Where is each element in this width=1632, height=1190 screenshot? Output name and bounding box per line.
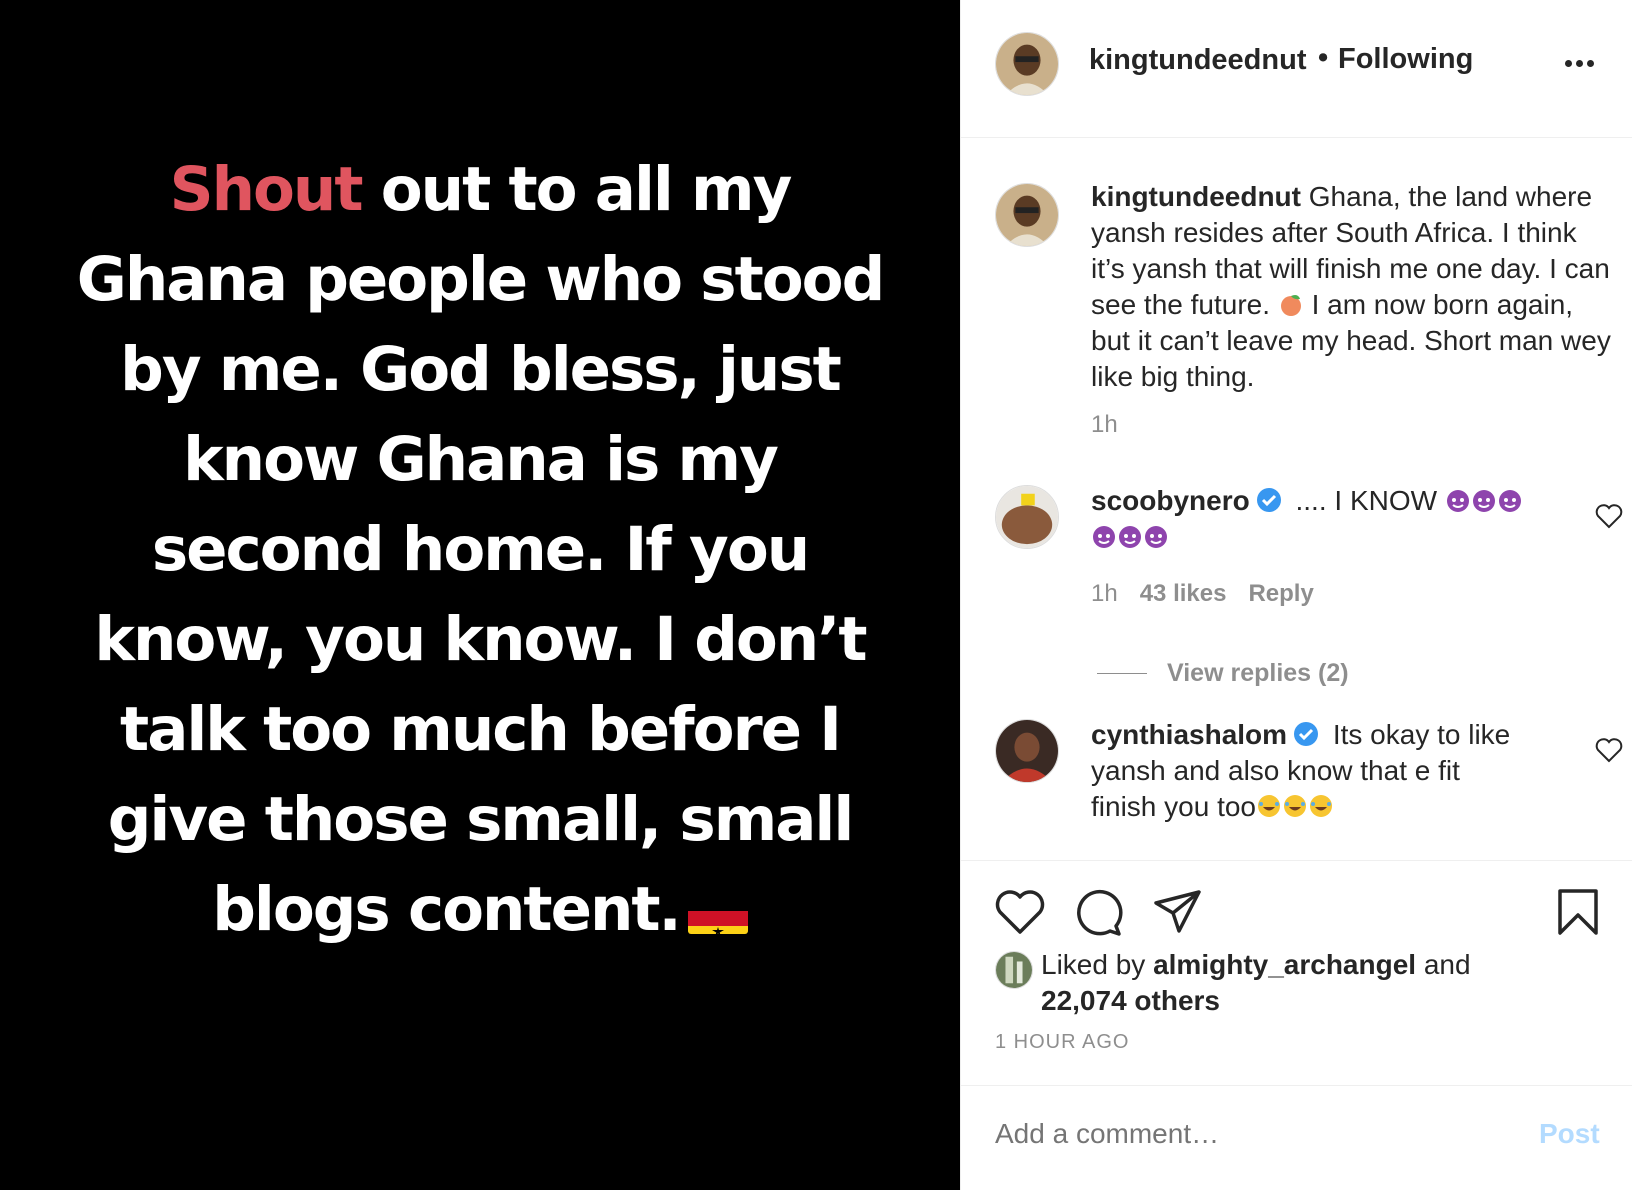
- comment-text: scoobynero .... I KNOW: [1091, 483, 1531, 555]
- likes-count[interactable]: 22,074 others: [1041, 985, 1220, 1016]
- comment-meta: 1h 43 likes Reply: [1091, 580, 1314, 608]
- view-replies-button[interactable]: View replies (2): [1167, 659, 1349, 688]
- liked-by-middle: and: [1416, 949, 1471, 980]
- ghana-flag-icon: [687, 890, 748, 934]
- post-header: kingtundeednut • Following: [961, 0, 1632, 138]
- caption-time: 1h: [1091, 411, 1118, 438]
- peach-emoji-icon: [1278, 290, 1304, 316]
- liked-by-user[interactable]: almighty_archangel: [1153, 949, 1416, 980]
- add-comment-bar: Post: [961, 1085, 1632, 1190]
- comment-avatar[interactable]: [995, 485, 1059, 549]
- following-button[interactable]: Following: [1338, 43, 1473, 76]
- post-side-panel: kingtundeednut • Following kingtundeednu…: [960, 0, 1632, 1190]
- laughing-emoji-icon: [1256, 791, 1334, 822]
- comment-avatar[interactable]: [995, 719, 1059, 783]
- liked-by-avatar[interactable]: [995, 951, 1033, 989]
- liked-by-prefix: Liked by: [1041, 949, 1154, 980]
- like-comment-icon[interactable]: [1595, 503, 1623, 529]
- like-heart-icon[interactable]: [995, 889, 1045, 935]
- save-bookmark-icon[interactable]: [1557, 888, 1599, 936]
- comment-text: cynthiashalom Its okay to like yansh and…: [1091, 717, 1531, 825]
- header-separator: •: [1318, 42, 1329, 74]
- post-actions: Liked by almighty_archangel and 22,074 o…: [961, 860, 1632, 1084]
- post-image-text: Shout out to all my Ghana people who sto…: [70, 145, 890, 955]
- author-username[interactable]: kingtundeednut: [1089, 44, 1306, 77]
- post-timestamp: 1 HOUR AGO: [995, 1031, 1130, 1053]
- share-send-icon[interactable]: [1153, 889, 1203, 935]
- caption-text: kingtundeednut Ghana, the land where yan…: [1091, 179, 1611, 395]
- caption-avatar[interactable]: [995, 183, 1059, 247]
- author-avatar[interactable]: [995, 32, 1059, 96]
- liked-by-text: Liked by almighty_archangel and 22,074 o…: [1041, 947, 1561, 1019]
- comment-body: .... I KNOW: [1287, 485, 1445, 516]
- verified-badge-icon: [1256, 486, 1282, 512]
- verified-badge-icon: [1293, 720, 1319, 746]
- caption-username[interactable]: kingtundeednut: [1091, 181, 1301, 212]
- post-image-body: out to all my Ghana people who stood by …: [76, 154, 885, 945]
- comment-time: 1h: [1091, 580, 1118, 607]
- comment-likes[interactable]: 43 likes: [1140, 580, 1227, 607]
- comment-input[interactable]: [995, 1118, 1495, 1150]
- post-image[interactable]: Shout out to all my Ghana people who sto…: [0, 0, 960, 1190]
- highlight-word: Shout: [169, 154, 364, 225]
- more-options-icon[interactable]: [1565, 60, 1595, 68]
- comments-list[interactable]: kingtundeednut Ghana, the land where yan…: [961, 139, 1632, 859]
- reply-button[interactable]: Reply: [1248, 580, 1313, 607]
- comment-bubble-icon[interactable]: [1073, 888, 1123, 938]
- comment-username[interactable]: cynthiashalom: [1091, 719, 1287, 750]
- comment-username[interactable]: scoobynero: [1091, 485, 1250, 516]
- post-comment-button[interactable]: Post: [1539, 1118, 1600, 1150]
- like-comment-icon[interactable]: [1595, 737, 1623, 763]
- replies-line: [1097, 673, 1147, 674]
